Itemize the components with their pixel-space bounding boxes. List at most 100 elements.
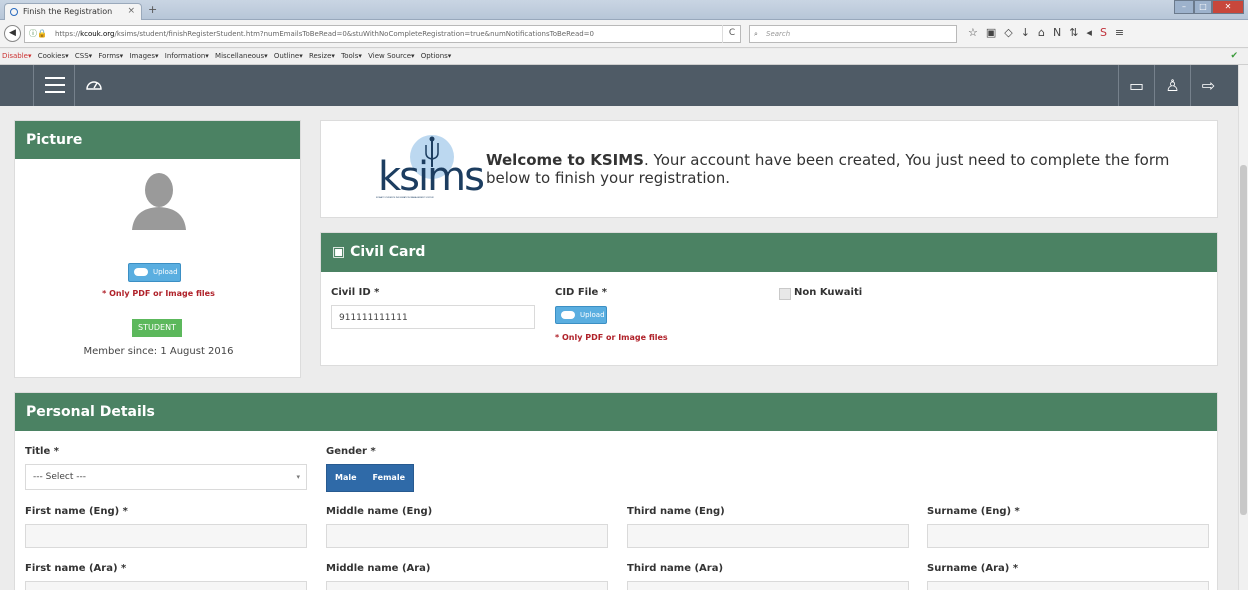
ksims-logo-tagline: KUWAIT STUDENTS INFORMATION MANAGEMENT S…	[376, 197, 434, 199]
globe-icon	[10, 8, 18, 16]
app-header: ▭ ♙ ⇨	[0, 65, 1238, 106]
avatar	[130, 170, 188, 234]
check-icon: ✔	[1230, 51, 1238, 61]
bookmarks-icon[interactable]: ▣	[986, 26, 996, 39]
cloud-upload-icon	[134, 268, 148, 276]
gender-female-button[interactable]: Female	[365, 465, 413, 491]
dev-outline-menu[interactable]: Outline▾	[274, 52, 303, 60]
tab-finish-registration[interactable]: Finish the Registration ×	[4, 3, 142, 20]
browser-window: Finish the Registration × + – □ ✕ ◀ ⓘ🔒 h…	[0, 0, 1248, 590]
download-icon[interactable]: ↓	[1021, 26, 1030, 39]
new-tab-button[interactable]: +	[148, 3, 157, 16]
civil-id-input[interactable]: 911111111111	[331, 305, 535, 329]
cloud-upload-icon	[561, 311, 575, 319]
sync-icon[interactable]: ⇅	[1069, 26, 1078, 39]
nav-toolbar-icons: ☆ ▣ ◇ ↓ ⌂ N ⇅ ◂ S ≡	[968, 26, 1124, 39]
tab-bar: Finish the Registration × + – □ ✕	[0, 0, 1248, 20]
first-name-ara-input[interactable]	[25, 581, 307, 590]
surname-ara-label: Surname (Ara) *	[927, 563, 1019, 574]
dev-information-menu[interactable]: Information▾	[165, 52, 209, 60]
main-content: Picture Upload * Only PDF or Image files…	[0, 106, 1238, 590]
user-icon[interactable]: ♙	[1154, 65, 1190, 106]
ksims-logo-text: ksims	[378, 154, 485, 200]
upload-label: Upload	[153, 268, 178, 276]
personal-details-card: Personal Details Title * --- Select --- …	[14, 392, 1218, 590]
web-developer-toolbar: Disable▾ Cookies▾ CSS▾ Forms▾ Images▾ In…	[0, 49, 1248, 65]
url-prefix: https://	[55, 30, 81, 38]
third-name-ara-label: Third name (Ara)	[627, 563, 724, 574]
middle-name-eng-input[interactable]	[326, 524, 608, 548]
dev-resize-menu[interactable]: Resize▾	[309, 52, 335, 60]
non-kuwaiti-checkbox[interactable]	[779, 288, 791, 300]
third-name-ara-input[interactable]	[627, 581, 909, 590]
page-scrollbar[interactable]	[1238, 65, 1248, 590]
url-bar[interactable]: ⓘ🔒 https://kcouk.org/ksims/student/finis…	[24, 25, 741, 43]
logout-icon[interactable]: ⇨	[1190, 65, 1226, 106]
dev-options-menu[interactable]: Options▾	[421, 52, 452, 60]
tab-title: Finish the Registration	[23, 7, 113, 16]
welcome-bold: Welcome to KSIMS	[486, 151, 644, 169]
civil-id-label: Civil ID *	[331, 287, 380, 298]
close-tab-icon[interactable]: ×	[127, 4, 135, 19]
first-name-ara-label: First name (Ara) *	[25, 563, 127, 574]
maximize-button[interactable]: □	[1194, 0, 1212, 14]
first-name-eng-label: First name (Eng) *	[25, 506, 128, 517]
dev-cookies-menu[interactable]: Cookies▾	[38, 52, 69, 60]
back-button[interactable]: ◀	[4, 25, 21, 42]
gender-label: Gender *	[326, 446, 376, 457]
reload-button[interactable]: C	[722, 25, 741, 43]
header-tools: ▭ ♙ ⇨	[1118, 65, 1226, 106]
film-icon[interactable]: ▭	[1118, 65, 1154, 106]
third-name-eng-label: Third name (Eng)	[627, 506, 725, 517]
dev-miscellaneous-menu[interactable]: Miscellaneous▾	[215, 52, 268, 60]
scrollbar-thumb[interactable]	[1240, 165, 1247, 515]
student-badge: STUDENT	[132, 319, 182, 337]
nav-bar: ◀ ⓘ🔒 https://kcouk.org/ksims/student/fin…	[0, 20, 1248, 48]
middle-name-ara-input[interactable]	[326, 581, 608, 590]
chevron-down-icon: ▾	[296, 473, 300, 481]
civil-card-title: Civil Card	[350, 244, 426, 260]
cid-file-note: * Only PDF or Image files	[555, 333, 668, 342]
dev-css-menu[interactable]: CSS▾	[75, 52, 92, 60]
cid-upload-button[interactable]: Upload	[555, 306, 607, 324]
surname-eng-label: Surname (Eng) *	[927, 506, 1020, 517]
search-placeholder: Search	[766, 30, 791, 38]
lock-icon: ⓘ🔒	[29, 29, 47, 38]
dev-disable-menu[interactable]: Disable▾	[2, 52, 31, 60]
gender-toggle: Male Female	[326, 464, 414, 492]
home-icon[interactable]: ⌂	[1038, 26, 1045, 39]
dev-forms-menu[interactable]: Forms▾	[98, 52, 123, 60]
title-label: Title *	[25, 446, 59, 457]
dashboard-gauge-icon[interactable]	[84, 75, 104, 95]
url-path: /ksims/student/finishRegisterStudent.htm…	[114, 30, 594, 38]
surname-ara-input[interactable]	[927, 581, 1209, 590]
picture-file-note: * Only PDF or Image files	[102, 289, 215, 298]
title-select[interactable]: --- Select --- ▾	[25, 464, 307, 490]
third-name-eng-input[interactable]	[627, 524, 909, 548]
extension-arrow-icon[interactable]: ◂	[1086, 26, 1092, 39]
search-input[interactable]: ⌕ Search	[749, 25, 957, 43]
non-kuwaiti-label: Non Kuwaiti	[794, 287, 863, 298]
hamburger-menu-icon[interactable]	[33, 65, 75, 106]
menu-icon[interactable]: ≡	[1115, 26, 1124, 39]
window-controls: – □ ✕	[1174, 0, 1244, 14]
dev-view-source-menu[interactable]: View Source▾	[368, 52, 414, 60]
picture-upload-button[interactable]: Upload	[128, 263, 181, 282]
welcome-message: Welcome to KSIMS. Your account have been…	[486, 151, 1196, 187]
dev-images-menu[interactable]: Images▾	[129, 52, 158, 60]
gender-male-button[interactable]: Male	[327, 465, 365, 491]
search-icon: ⌕	[754, 30, 758, 38]
pocket-icon[interactable]: ◇	[1004, 26, 1012, 39]
close-window-button[interactable]: ✕	[1212, 0, 1244, 14]
surname-eng-input[interactable]	[927, 524, 1209, 548]
first-name-eng-input[interactable]	[25, 524, 307, 548]
civil-card-header: ▣ Civil Card	[321, 233, 1217, 272]
dev-tools-menu[interactable]: Tools▾	[341, 52, 362, 60]
extension-s-icon[interactable]: S	[1100, 26, 1107, 39]
minimize-button[interactable]: –	[1174, 0, 1194, 14]
extension-n-icon[interactable]: N	[1053, 26, 1061, 39]
bookmark-star-icon[interactable]: ☆	[968, 26, 978, 39]
cid-file-label: CID File *	[555, 287, 608, 298]
title-select-value: --- Select ---	[33, 472, 86, 482]
picture-card: Picture Upload * Only PDF or Image files…	[14, 120, 301, 378]
